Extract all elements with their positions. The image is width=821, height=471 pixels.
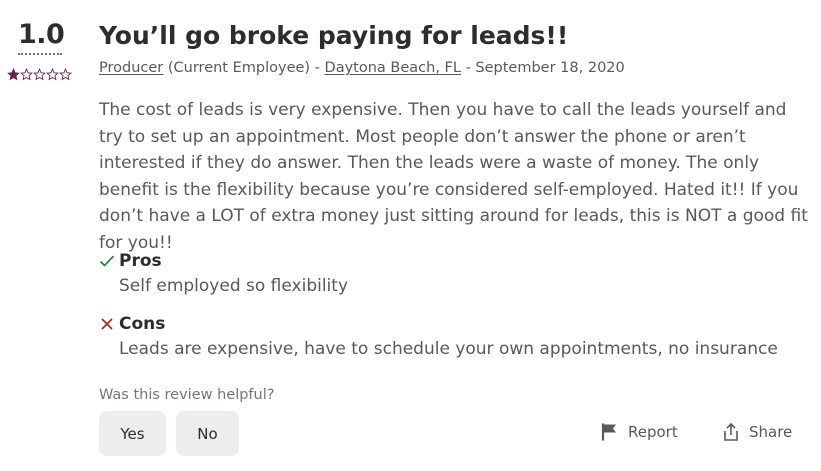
pros-heading: Pros bbox=[119, 251, 162, 271]
helpful-question: Was this review helpful? bbox=[99, 387, 275, 403]
pros-section: Pros Self employed so flexibility bbox=[99, 249, 348, 299]
checkmark-icon bbox=[99, 255, 115, 267]
location-link[interactable]: Daytona Beach, FL bbox=[325, 60, 461, 76]
helpful-yes-button[interactable]: Yes bbox=[99, 411, 166, 456]
review-text: The cost of leads is very expensive. The… bbox=[99, 100, 808, 253]
job-title-link[interactable]: Producer bbox=[99, 60, 163, 76]
flag-icon bbox=[601, 423, 616, 441]
review-title: You’ll go broke paying for leads!! bbox=[99, 21, 569, 50]
star-icon-empty bbox=[59, 68, 72, 81]
cons-text: Leads are expensive, have to schedule yo… bbox=[119, 339, 778, 359]
report-label: Report bbox=[628, 423, 678, 441]
share-label: Share bbox=[749, 423, 793, 441]
pros-text: Self employed so flexibility bbox=[119, 276, 349, 296]
star-icon-empty bbox=[46, 68, 59, 81]
star-icon-empty bbox=[20, 68, 33, 81]
cons-heading: Cons bbox=[119, 314, 166, 334]
review-meta: Producer (Current Employee) - Daytona Be… bbox=[99, 58, 625, 78]
helpful-no-button[interactable]: No bbox=[176, 411, 239, 456]
cons-section: Cons Leads are expensive, have to schedu… bbox=[99, 312, 778, 362]
rating-value[interactable]: 1.0 bbox=[18, 18, 65, 55]
share-button[interactable]: Share bbox=[721, 419, 792, 445]
x-icon bbox=[101, 318, 113, 330]
share-icon bbox=[724, 422, 738, 441]
report-button[interactable]: Report bbox=[600, 419, 678, 445]
review-date: - September 18, 2020 bbox=[460, 60, 625, 76]
employee-status: (Current Employee) - bbox=[163, 60, 325, 76]
star-icon-filled bbox=[7, 68, 20, 81]
star-icon-empty bbox=[33, 68, 46, 81]
star-rating bbox=[7, 68, 72, 81]
